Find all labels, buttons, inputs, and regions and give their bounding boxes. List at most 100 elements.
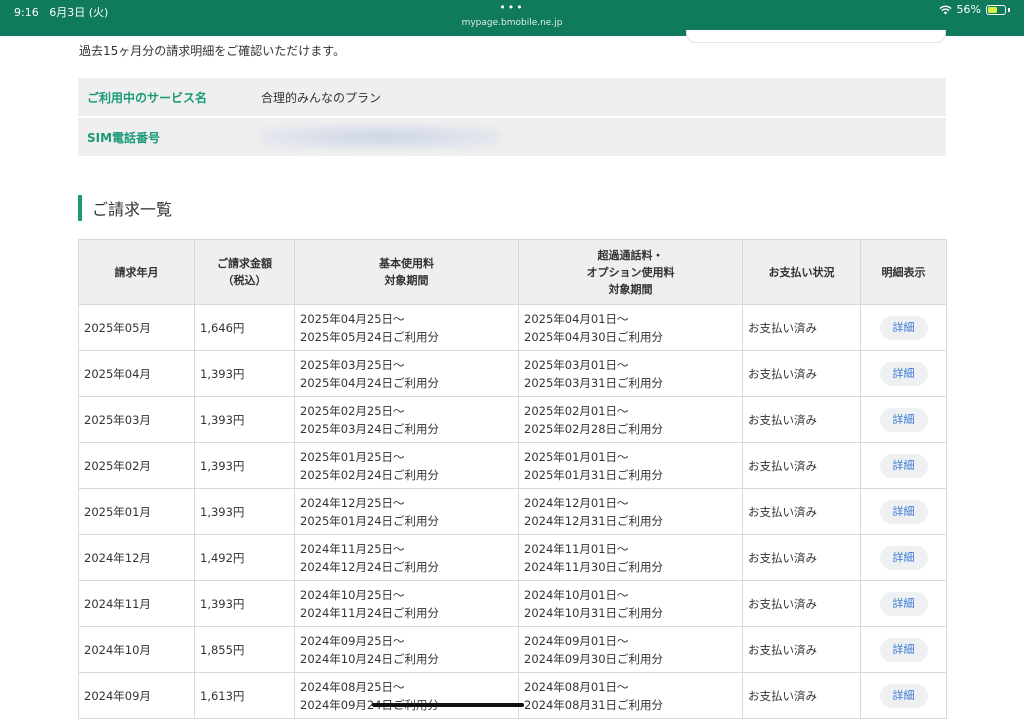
sim-number-label: SIM電話番号 (87, 130, 161, 145)
battery-icon (986, 4, 1006, 15)
billing-amount: 1,646円 (194, 304, 295, 351)
service-plan-value: 合理的みんなのプラン (252, 78, 946, 116)
detail-cell: 詳細 (860, 304, 947, 351)
billing-month: 2024年09月 (78, 672, 195, 719)
sim-number-row: SIM電話番号 (78, 118, 946, 156)
detail-cell: 詳細 (860, 442, 947, 489)
wifi-icon (938, 5, 952, 14)
payment-status: お支払い済み (742, 672, 861, 719)
table-row: 2025年04月 1,393円 2025年03月25日〜 2025年04月24日ご利用… (78, 350, 947, 397)
header-basic-period: 基本使用料 対象期間 (294, 239, 519, 305)
billing-amount: 1,393円 (194, 442, 295, 489)
table-row: 2024年09月 1,613円 2024年08月25日〜 2024年09月24日ご利用… (78, 672, 947, 719)
billing-amount: 1,393円 (194, 580, 295, 627)
detail-button[interactable]: 詳細 (879, 545, 928, 570)
header-overage-period: 超過通話料・ オプション使用料 対象期間 (518, 239, 743, 305)
basic-fee-period: 2024年09月25日〜 2024年10月24日ご利用分 (294, 626, 519, 673)
service-plan-label: ご利用中のサービス名 (87, 90, 208, 105)
basic-fee-period: 2024年11月25日〜 2024年12月24日ご利用分 (294, 534, 519, 581)
basic-fee-period: 2025年04月25日〜 2025年05月24日ご利用分 (294, 304, 519, 351)
header-payment-status: お支払い状況 (742, 239, 861, 305)
service-plan-row: ご利用中のサービス名 合理的みんなのプラン (78, 78, 946, 116)
billing-amount: 1,393円 (194, 396, 295, 443)
detail-cell: 詳細 (860, 534, 947, 581)
home-indicator[interactable] (372, 703, 524, 707)
overage-fee-period: 2025年01月01日〜 2025年01月31日ご利用分 (518, 442, 743, 489)
table-header-row: 請求年月 ご請求金額 （税込） 基本使用料 対象期間 超過通話料・ オプション使用料対… (78, 239, 947, 305)
table-row: 2025年03月 1,393円 2025年02月25日〜 2025年03月24日ご利用… (78, 396, 947, 443)
payment-status: お支払い済み (742, 442, 861, 489)
detail-cell: 詳細 (860, 488, 947, 535)
header-amount: ご請求金額 （税込） (194, 239, 295, 305)
overage-fee-period: 2025年03月01日〜 2025年03月31日ご利用分 (518, 350, 743, 397)
basic-fee-period: 2024年08月25日〜 2024年09月24日ご利用分 (294, 672, 519, 719)
detail-button[interactable]: 詳細 (879, 453, 928, 478)
detail-button[interactable]: 詳細 (879, 315, 928, 340)
detail-button[interactable]: 詳細 (879, 591, 928, 616)
payment-status: お支払い済み (742, 350, 861, 397)
billing-amount: 1,393円 (194, 350, 295, 397)
detail-button[interactable]: 詳細 (879, 499, 928, 524)
browser-menu-dots[interactable]: ••• (0, 1, 1024, 14)
payment-status: お支払い済み (742, 580, 861, 627)
billing-month: 2025年03月 (78, 396, 195, 443)
detail-button[interactable]: 詳細 (879, 683, 928, 708)
section-title: ご請求一覧 (92, 200, 173, 219)
billing-month: 2025年01月 (78, 488, 195, 535)
payment-status: お支払い済み (742, 488, 861, 535)
detail-button[interactable]: 詳細 (879, 407, 928, 432)
table-row: 2025年01月 1,393円 2024年12月25日〜 2025年01月24日ご利用… (78, 488, 947, 535)
billing-month: 2024年10月 (78, 626, 195, 673)
sim-number-value (252, 118, 946, 156)
table-row: 2024年12月 1,492円 2024年11月25日〜 2024年12月24日ご利用… (78, 534, 947, 581)
billing-month: 2025年04月 (78, 350, 195, 397)
payment-status: お支払い済み (742, 626, 861, 673)
overage-fee-period: 2024年11月01日〜 2024年11月30日ご利用分 (518, 534, 743, 581)
billing-month: 2025年05月 (78, 304, 195, 351)
billing-amount: 1,855円 (194, 626, 295, 673)
top-card-edge (686, 30, 946, 43)
detail-cell: 詳細 (860, 350, 947, 397)
overage-fee-period: 2025年04月01日〜 2025年04月30日ご利用分 (518, 304, 743, 351)
table-row: 2024年10月 1,855円 2024年09月25日〜 2024年10月24日ご利用… (78, 626, 947, 673)
intro-text: 過去15ヶ月分の請求明細をご確認いただけます。 (79, 44, 346, 58)
billing-list-heading: ご請求一覧 (78, 195, 172, 221)
basic-fee-period: 2025年03月25日〜 2025年04月24日ご利用分 (294, 350, 519, 397)
overage-fee-period: 2024年10月01日〜 2024年10月31日ご利用分 (518, 580, 743, 627)
basic-fee-period: 2025年02月25日〜 2025年03月24日ご利用分 (294, 396, 519, 443)
battery-percent: 56% (956, 3, 981, 16)
overage-fee-period: 2024年08月01日〜 2024年08月31日ご利用分 (518, 672, 743, 719)
detail-button[interactable]: 詳細 (879, 637, 928, 662)
detail-cell: 詳細 (860, 626, 947, 673)
overage-fee-period: 2025年02月01日〜 2025年02月28日ご利用分 (518, 396, 743, 443)
detail-cell: 詳細 (860, 672, 947, 719)
status-indicators: 56% (938, 3, 1010, 16)
billing-table: 請求年月 ご請求金額 （税込） 基本使用料 対象期間 超過通話料・ オプション使用料対… (78, 239, 947, 719)
billing-amount: 1,393円 (194, 488, 295, 535)
table-row: 2024年11月 1,393円 2024年10月25日〜 2024年11月24日ご利用… (78, 580, 947, 627)
billing-month: 2024年11月 (78, 580, 195, 627)
billing-amount: 1,613円 (194, 672, 295, 719)
battery-cap (1008, 7, 1010, 12)
basic-fee-period: 2025年01月25日〜 2025年02月24日ご利用分 (294, 442, 519, 489)
table-row: 2025年05月 1,646円 2025年04月25日〜 2025年05月24日ご利用… (78, 304, 947, 351)
basic-fee-period: 2024年10月25日〜 2024年11月24日ご利用分 (294, 580, 519, 627)
detail-cell: 詳細 (860, 580, 947, 627)
address-bar-url[interactable]: mypage.bmobile.ne.jp (0, 18, 1024, 28)
battery-level (988, 6, 997, 13)
billing-month: 2025年02月 (78, 442, 195, 489)
table-row: 2025年02月 1,393円 2025年01月25日〜 2025年02月24日ご利用… (78, 442, 947, 489)
redacted-phone-number (261, 125, 501, 149)
detail-cell: 詳細 (860, 396, 947, 443)
header-billing-month: 請求年月 (78, 239, 195, 305)
service-info: ご利用中のサービス名 合理的みんなのプラン SIM電話番号 (78, 78, 946, 158)
billing-amount: 1,492円 (194, 534, 295, 581)
payment-status: お支払い済み (742, 304, 861, 351)
billing-month: 2024年12月 (78, 534, 195, 581)
basic-fee-period: 2024年12月25日〜 2025年01月24日ご利用分 (294, 488, 519, 535)
heading-accent-bar (78, 195, 82, 221)
header-detail: 明細表示 (860, 239, 947, 305)
overage-fee-period: 2024年12月01日〜 2024年12月31日ご利用分 (518, 488, 743, 535)
detail-button[interactable]: 詳細 (879, 361, 928, 386)
payment-status: お支払い済み (742, 396, 861, 443)
